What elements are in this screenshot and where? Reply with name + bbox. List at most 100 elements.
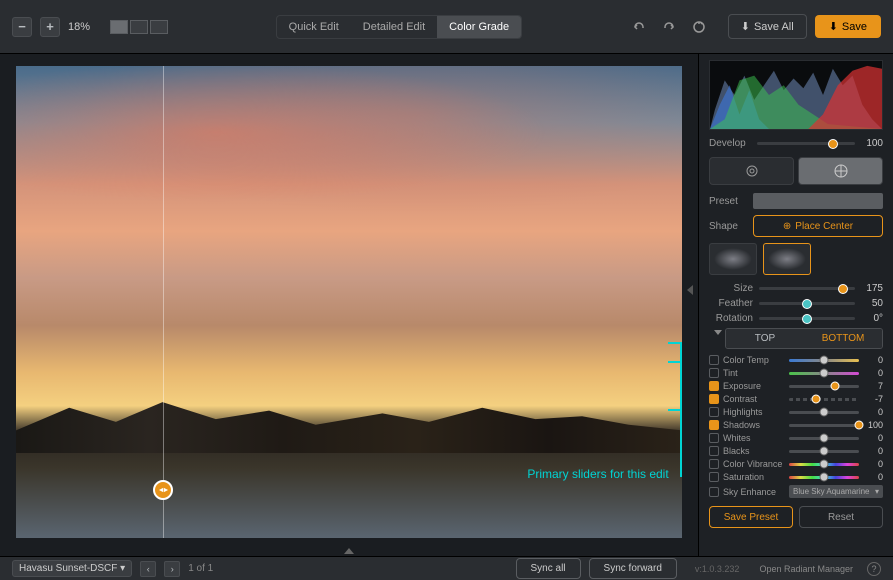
save-preset-button[interactable]: Save Preset bbox=[709, 506, 793, 528]
filename-dropdown[interactable]: Havasu Sunset-DSCF ▾ bbox=[12, 560, 132, 577]
preset-label: Preset bbox=[709, 196, 747, 207]
adj-checkbox[interactable] bbox=[709, 472, 719, 482]
sky-enhance-label: Sky Enhance bbox=[723, 487, 785, 497]
gradient-handle[interactable] bbox=[153, 480, 173, 500]
adj-slider[interactable] bbox=[789, 424, 859, 427]
size-label: Size bbox=[709, 283, 753, 294]
zoom-level: 18% bbox=[68, 21, 90, 33]
zoom-in-button[interactable]: + bbox=[40, 17, 60, 37]
view-compare-icon[interactable] bbox=[150, 20, 168, 34]
main-area: Primary sliders for this edit Develop 10… bbox=[0, 54, 893, 556]
collapse-icon[interactable] bbox=[714, 330, 722, 335]
preset-dropdown[interactable] bbox=[753, 193, 883, 209]
develop-slider-row: Develop 100 bbox=[709, 138, 883, 149]
next-button[interactable]: › bbox=[164, 561, 180, 577]
adj-row-saturation: Saturation 0 bbox=[709, 472, 883, 482]
size-value: 175 bbox=[861, 283, 883, 294]
top-bottom-toggle: TOP BOTTOM bbox=[725, 328, 883, 349]
adj-label: Tint bbox=[723, 368, 785, 378]
adj-label: Blacks bbox=[723, 446, 785, 456]
reset-icon[interactable] bbox=[690, 18, 708, 36]
adj-slider[interactable] bbox=[789, 463, 859, 466]
tab-quick-edit[interactable]: Quick Edit bbox=[277, 16, 351, 38]
adj-checkbox[interactable] bbox=[709, 459, 719, 469]
top-button[interactable]: TOP bbox=[726, 329, 804, 348]
size-slider[interactable] bbox=[759, 287, 855, 290]
save-all-button[interactable]: ⬇Save All bbox=[728, 14, 807, 39]
feather-slider[interactable] bbox=[759, 302, 855, 305]
adj-row-color-vibrance: Color Vibrance 0 bbox=[709, 459, 883, 469]
adj-value: 0 bbox=[863, 433, 883, 443]
adj-checkbox[interactable] bbox=[709, 368, 719, 378]
tab-color-grade[interactable]: Color Grade bbox=[437, 16, 521, 38]
histogram[interactable] bbox=[709, 60, 883, 130]
reset-button[interactable]: Reset bbox=[799, 506, 883, 528]
prev-button[interactable]: ‹ bbox=[140, 561, 156, 577]
image-canvas[interactable]: Primary sliders for this edit bbox=[16, 66, 682, 538]
adj-checkbox[interactable] bbox=[709, 381, 719, 391]
adj-label: Whites bbox=[723, 433, 785, 443]
tool-toggle bbox=[709, 157, 883, 185]
adj-slider[interactable] bbox=[789, 398, 859, 401]
bottombar: Havasu Sunset-DSCF ▾ ‹ › 1 of 1 Sync all… bbox=[0, 556, 893, 580]
rotation-value: 0° bbox=[861, 313, 883, 324]
preset-row: Preset bbox=[709, 193, 883, 209]
place-center-button[interactable]: ⊕Place Center bbox=[753, 215, 883, 237]
save-button[interactable]: ⬇Save bbox=[815, 15, 881, 38]
adj-slider[interactable] bbox=[789, 359, 859, 362]
shape-preview-2[interactable] bbox=[763, 243, 811, 275]
adj-label: Contrast bbox=[723, 394, 785, 404]
expand-right-icon[interactable] bbox=[687, 285, 693, 295]
sync-all-button[interactable]: Sync all bbox=[516, 558, 581, 579]
sync-forward-button[interactable]: Sync forward bbox=[589, 558, 677, 579]
feather-value: 50 bbox=[861, 298, 883, 309]
radial-tool-button[interactable] bbox=[709, 157, 794, 185]
adj-row-exposure: Exposure 7 bbox=[709, 381, 883, 391]
annotation-bracket bbox=[668, 409, 682, 411]
bottom-button[interactable]: BOTTOM bbox=[804, 329, 882, 348]
gradient-guide-line[interactable] bbox=[163, 66, 164, 538]
adj-checkbox[interactable] bbox=[709, 407, 719, 417]
zoom-out-button[interactable]: − bbox=[12, 17, 32, 37]
topbar: − + 18% Quick Edit Detailed Edit Color G… bbox=[0, 0, 893, 54]
download-icon: ⬇ bbox=[829, 20, 838, 33]
rotation-row: Rotation 0° bbox=[709, 313, 883, 324]
preset-action-buttons: Save Preset Reset bbox=[709, 506, 883, 528]
undo-icon[interactable] bbox=[630, 18, 648, 36]
view-single-icon[interactable] bbox=[110, 20, 128, 34]
adj-checkbox[interactable] bbox=[709, 394, 719, 404]
adj-slider[interactable] bbox=[789, 437, 859, 440]
adj-row-contrast: Contrast -7 bbox=[709, 394, 883, 404]
rotation-slider[interactable] bbox=[759, 317, 855, 320]
adj-checkbox[interactable] bbox=[709, 446, 719, 456]
expand-bottom-icon[interactable] bbox=[344, 548, 354, 554]
sky-enhance-dropdown[interactable]: Blue Sky Aquamarine▾ bbox=[789, 485, 883, 498]
linear-tool-button[interactable] bbox=[798, 157, 883, 185]
shape-preview-1[interactable] bbox=[709, 243, 757, 275]
adj-slider[interactable] bbox=[789, 385, 859, 388]
adj-value: 7 bbox=[863, 381, 883, 391]
page-info: 1 of 1 bbox=[188, 563, 213, 574]
edit-mode-tabs: Quick Edit Detailed Edit Color Grade bbox=[276, 15, 522, 39]
adj-value: 0 bbox=[863, 407, 883, 417]
adj-checkbox[interactable] bbox=[709, 420, 719, 430]
adj-label: Color Vibrance bbox=[723, 459, 785, 469]
sky-enhance-checkbox[interactable] bbox=[709, 487, 719, 497]
adj-slider[interactable] bbox=[789, 372, 859, 375]
open-manager-link[interactable]: Open Radiant Manager bbox=[759, 564, 853, 574]
adj-slider[interactable] bbox=[789, 450, 859, 453]
develop-value: 100 bbox=[861, 138, 883, 149]
develop-slider[interactable] bbox=[757, 142, 855, 145]
view-split-icon[interactable] bbox=[130, 20, 148, 34]
adj-row-shadows: Shadows 100 bbox=[709, 420, 883, 430]
adj-checkbox[interactable] bbox=[709, 433, 719, 443]
annotation-bracket bbox=[668, 342, 682, 344]
adj-slider[interactable] bbox=[789, 411, 859, 414]
help-icon[interactable]: ? bbox=[867, 562, 881, 576]
adj-label: Exposure bbox=[723, 381, 785, 391]
adj-checkbox[interactable] bbox=[709, 355, 719, 365]
adj-slider[interactable] bbox=[789, 476, 859, 479]
redo-icon[interactable] bbox=[660, 18, 678, 36]
tab-detailed-edit[interactable]: Detailed Edit bbox=[351, 16, 437, 38]
target-icon: ⊕ bbox=[783, 221, 791, 232]
